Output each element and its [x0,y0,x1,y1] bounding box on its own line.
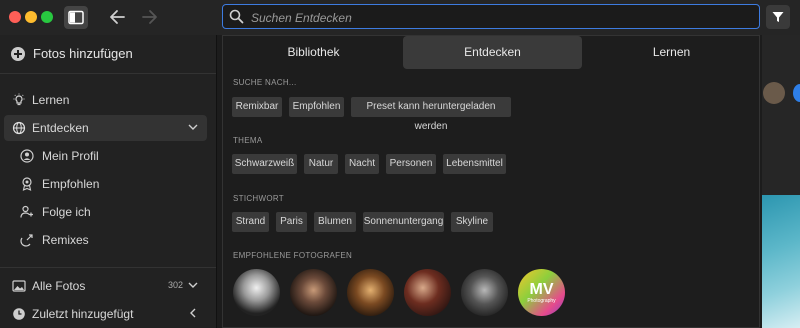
sidebar-item-label: Zuletzt hinzugefügt [32,307,134,321]
photographer-logo-mv[interactable]: MV Photography [518,269,565,316]
filter-button[interactable] [766,5,790,29]
photo-thumbnail[interactable] [762,195,800,328]
search-suggestions-panel: Bibliothek Entdecken Lernen SUCHE NACH..… [222,35,760,328]
tab-lernen[interactable]: Lernen [582,36,761,69]
chevron-down-icon[interactable] [187,121,199,133]
chip-sonnenuntergang[interactable]: Sonnenuntergang [363,212,444,232]
sidebar-item-empfohlen[interactable]: Empfohlen [4,171,207,197]
chip-remixbar[interactable]: Remixbar [232,97,282,117]
sidebar-icon [68,10,84,25]
sidebar-item-label: Mein Profil [42,149,99,163]
back-arrow-icon[interactable] [108,7,128,27]
close-window-button[interactable] [9,11,21,23]
avatar[interactable] [763,82,785,104]
mv-logo-subtitle: Photography [527,298,556,304]
photographer-avatar[interactable] [404,269,451,316]
section-title-photographers: EMPFOHLENE FOTOGRAFEN [233,251,353,260]
sidebar-toggle-button[interactable] [64,6,88,29]
chip-natur[interactable]: Natur [304,154,338,174]
sidebar-item-folge-ich[interactable]: Folge ich [4,199,207,225]
chip-schwarzweiss[interactable]: Schwarzweiß [232,154,297,174]
add-photos-button[interactable]: Fotos hinzufügen [0,35,216,74]
chip-skyline[interactable]: Skyline [451,212,493,232]
tab-entdecken[interactable]: Entdecken [403,36,582,69]
section-title-theme: THEMA [233,136,263,145]
sidebar-item-entdecken[interactable]: Entdecken [4,115,207,141]
sidebar-item-label: Alle Fotos [32,279,86,293]
chip-lebensmittel[interactable]: Lebensmittel [443,154,506,174]
zoom-window-button[interactable] [41,11,53,23]
sidebar-item-mein-profil[interactable]: Mein Profil [4,143,207,169]
search-input[interactable] [249,7,753,28]
photographer-avatar[interactable] [347,269,394,316]
chevron-left-icon[interactable] [187,307,199,319]
user-circle-icon [20,149,34,163]
title-bar [0,0,800,35]
user-follow-icon [20,205,33,218]
remix-icon [20,234,33,247]
forward-arrow-icon[interactable] [139,7,159,27]
chip-blumen[interactable]: Blumen [314,212,356,232]
profile-button[interactable] [793,84,800,102]
sidebar-item-zuletzt-hinzugefuegt[interactable]: Zuletzt hinzugefügt [4,301,207,327]
chip-paris[interactable]: Paris [276,212,307,232]
photo-count: 302 [167,280,183,290]
globe-icon [12,121,26,135]
tab-bibliothek[interactable]: Bibliothek [224,36,403,69]
sidebar-item-label: Entdecken [32,121,89,135]
sidebar: Fotos hinzufügen Lernen Entdecken Mein P… [0,35,217,328]
chip-preset-downloadable[interactable]: Preset kann heruntergeladen werden [351,97,511,132]
search-icon [229,9,244,24]
search-box[interactable] [222,4,760,29]
add-photos-label: Fotos hinzufügen [33,46,133,61]
photographer-avatar[interactable] [290,269,337,316]
plus-circle-icon [11,47,25,61]
sidebar-item-label: Lernen [32,93,70,107]
sidebar-item-remixes[interactable]: Remixes [4,227,207,253]
lightbulb-icon [13,93,25,106]
chip-personen[interactable]: Personen [386,154,436,174]
award-icon [22,177,32,191]
section-title-search-for: SUCHE NACH... [233,78,297,87]
chevron-down-icon[interactable] [187,279,199,291]
chip-strand[interactable]: Strand [232,212,269,232]
sidebar-item-label: Folge ich [42,205,91,219]
sidebar-item-alle-fotos[interactable]: Alle Fotos 302 [4,273,207,299]
sidebar-item-label: Empfohlen [42,177,100,191]
chip-nacht[interactable]: Nacht [345,154,379,174]
sidebar-divider [0,267,216,268]
photographer-avatar[interactable] [233,269,280,316]
mv-logo: MV [529,281,554,298]
photos-icon [12,280,26,292]
sidebar-item-lernen[interactable]: Lernen [4,87,207,113]
minimize-window-button[interactable] [25,11,37,23]
section-title-keyword: STICHWORT [233,194,284,203]
clock-icon [13,308,25,320]
chip-empfohlen[interactable]: Empfohlen [289,97,344,117]
filter-icon [772,12,784,22]
photographer-avatar[interactable] [461,269,508,316]
sidebar-item-label: Remixes [42,233,89,247]
